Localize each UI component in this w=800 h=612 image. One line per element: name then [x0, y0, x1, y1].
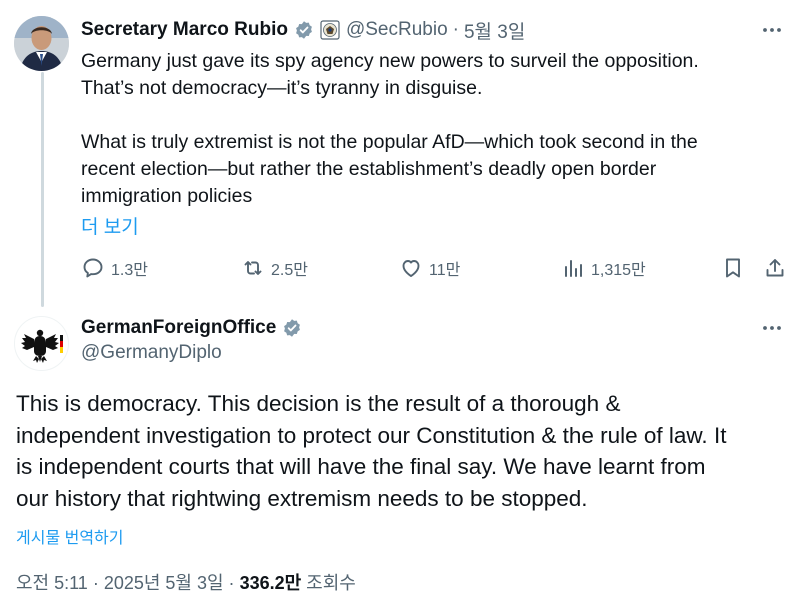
main-tweet-text: This is democracy. This decision is the …	[16, 388, 791, 514]
avatar-portrait	[14, 16, 69, 71]
verified-badge-icon[interactable]	[282, 318, 302, 338]
repost-count: 2.5만	[271, 262, 308, 279]
tweet-line: is independent courts that will have the…	[16, 454, 706, 479]
like-count: 11만	[429, 262, 461, 279]
thread-connector-line	[41, 72, 44, 307]
reply-bubble-icon	[83, 258, 103, 278]
repost-icon	[244, 261, 262, 275]
avatar-secrubio[interactable]	[14, 16, 69, 71]
more-dots-icon[interactable]	[760, 318, 784, 338]
repost-button[interactable]: 2.5만	[241, 253, 308, 283]
views-label: 조회수	[301, 573, 356, 593]
main-tweet-header: GermanForeignOffice	[81, 314, 302, 342]
more-dots-icon[interactable]	[760, 20, 784, 40]
bookmark-icon	[726, 258, 740, 278]
tweet-line: This is democracy. This decision is the …	[16, 391, 621, 416]
views-bars-icon	[565, 260, 582, 277]
heart-icon	[402, 260, 420, 277]
bookmark-button[interactable]	[721, 253, 751, 283]
tweet-line: That’s not democracy—it’s tyranny in dis…	[81, 77, 483, 99]
government-seal-icon[interactable]	[320, 20, 340, 40]
tweet-line: our history that rightwing extremism nee…	[16, 485, 588, 511]
post-metadata: 오전 5:11 · 2025년 5월 3일 · 336.2만 조회수	[16, 569, 356, 595]
tweet-line: What is truly extremist is not the popul…	[81, 131, 698, 153]
like-button[interactable]: 11만	[399, 253, 460, 283]
views-total: 336.2만	[239, 573, 302, 593]
views-count: 1,315만	[591, 262, 646, 279]
reply-button[interactable]: 1.3만	[81, 253, 148, 283]
federal-eagle-icon	[15, 317, 68, 370]
share-upload-icon	[766, 259, 784, 277]
translate-post-link[interactable]: 게시물 번역하기	[16, 524, 124, 548]
views-button[interactable]: 1,315만	[561, 253, 646, 283]
author-name[interactable]: GermanForeignOffice	[81, 317, 276, 339]
reply-count: 1.3만	[111, 262, 148, 279]
share-button[interactable]	[763, 253, 793, 283]
author-handle[interactable]: @SecRubio	[346, 19, 448, 41]
tweet-line: immigration policies	[81, 185, 253, 207]
separator-dot: ·	[452, 19, 459, 40]
show-more-link[interactable]: 더 보기	[81, 212, 139, 239]
tweet-line: Germany just gave its spy agency new pow…	[81, 50, 699, 72]
post-date[interactable]: 5월 3일	[464, 17, 525, 44]
author-name[interactable]: Secretary Marco Rubio	[81, 19, 288, 41]
post-timestamp[interactable]: 오전 5:11 · 2025년 5월 3일 ·	[16, 573, 240, 593]
parent-tweet-header: Secretary Marco Rubio @SecRubio · 5월 3일	[81, 16, 525, 44]
tweet-line: recent election—but rather the establish…	[81, 158, 657, 180]
verified-badge-icon[interactable]	[294, 20, 314, 40]
parent-tweet-actions: 1.3만 2.5만 11만 1,315만	[81, 253, 787, 283]
author-handle[interactable]: @GermanyDiplo	[81, 342, 222, 364]
tweet-line: independent investigation to protect our…	[16, 422, 727, 448]
avatar-germanydiplo[interactable]	[14, 316, 69, 371]
parent-tweet-text: Germany just gave its spy agency new pow…	[81, 48, 781, 210]
